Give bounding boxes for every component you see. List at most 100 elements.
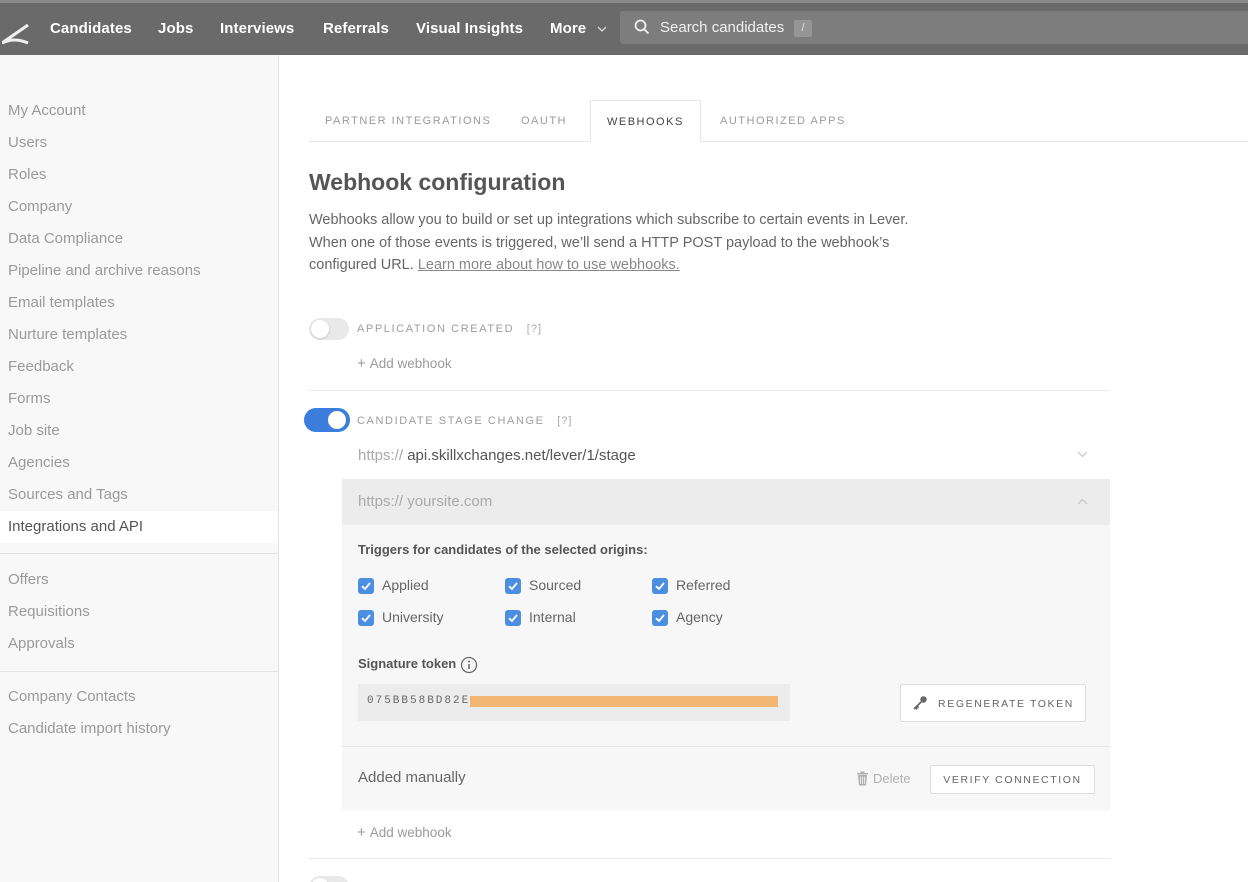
nav-more[interactable]: More bbox=[550, 20, 607, 37]
info-icon[interactable] bbox=[460, 656, 478, 674]
add-webhook-label: Add webhook bbox=[369, 356, 452, 371]
plus-icon: + bbox=[357, 824, 366, 841]
section-divider bbox=[309, 390, 1110, 391]
checkmark-icon bbox=[361, 582, 371, 591]
delete-webhook-button[interactable]: Delete bbox=[856, 771, 911, 786]
sidebar-item-forms[interactable]: Forms bbox=[8, 390, 51, 407]
sidebar-item-nurture-templates[interactable]: Nurture templates bbox=[8, 326, 127, 343]
verify-connection-button[interactable]: VERIFY CONNECTION bbox=[930, 765, 1095, 794]
sidebar-item-offers[interactable]: Offers bbox=[8, 571, 49, 588]
checkmark-icon bbox=[655, 614, 665, 623]
regenerate-token-button[interactable]: REGENERATE TOKEN bbox=[900, 684, 1086, 722]
sidebar-item-agencies[interactable]: Agencies bbox=[8, 454, 70, 471]
sidebar-item-requisitions[interactable]: Requisitions bbox=[8, 603, 90, 620]
add-webhook-candidate-stage-change[interactable]: + Add webhook bbox=[357, 824, 452, 841]
checkbox-agency[interactable] bbox=[652, 610, 668, 626]
sidebar-item-data-compliance[interactable]: Data Compliance bbox=[8, 230, 123, 247]
top-navigation: Candidates Jobs Interviews Referrals Vis… bbox=[0, 0, 1248, 55]
next-event-toggle[interactable] bbox=[309, 876, 349, 882]
candidate-stage-change-label: CANDIDATE STAGE CHANGE [?] bbox=[357, 415, 572, 427]
url-protocol: https:// bbox=[358, 447, 404, 464]
webhook-url-row[interactable]: https:// api.skillxchanges.net/lever/1/s… bbox=[342, 433, 1110, 479]
nav-candidates[interactable]: Candidates bbox=[50, 20, 132, 37]
checkbox-label: Applied bbox=[382, 577, 429, 593]
application-created-help[interactable]: [?] bbox=[527, 323, 542, 335]
search-bar[interactable]: Search candidates / bbox=[620, 11, 1248, 44]
webhook-url: https:// api.skillxchanges.net/lever/1/s… bbox=[358, 447, 636, 464]
sidebar-item-job-site[interactable]: Job site bbox=[8, 422, 60, 439]
key-icon bbox=[913, 696, 927, 710]
candidate-stage-change-help[interactable]: [?] bbox=[557, 415, 572, 427]
sidebar-item-company[interactable]: Company bbox=[8, 198, 72, 215]
checkbox-sourced[interactable] bbox=[505, 578, 521, 594]
sidebar-item-users[interactable]: Users bbox=[8, 134, 47, 151]
toggle-knob bbox=[311, 320, 329, 338]
event-name: APPLICATION CREATED bbox=[357, 323, 515, 335]
sidebar-item-my-account[interactable]: My Account bbox=[8, 102, 86, 119]
nav-jobs[interactable]: Jobs bbox=[158, 20, 193, 37]
webhook-expanded-panel: https:// yoursite.com bbox=[342, 479, 1110, 810]
sidebar-item-pipeline[interactable]: Pipeline and archive reasons bbox=[8, 262, 201, 279]
nav-referrals[interactable]: Referrals bbox=[323, 20, 389, 37]
checkbox-internal[interactable] bbox=[505, 610, 521, 626]
signature-token-field[interactable]: 075BB58BD82E bbox=[358, 684, 790, 721]
search-shortcut-key: / bbox=[794, 20, 812, 37]
settings-sidebar: My Account Users Roles Company Data Comp… bbox=[0, 55, 279, 882]
sidebar-item-feedback[interactable]: Feedback bbox=[8, 358, 74, 375]
application-created-toggle[interactable] bbox=[309, 318, 349, 340]
triggers-title: Triggers for candidates of the selected … bbox=[358, 542, 648, 557]
nav-interviews[interactable]: Interviews bbox=[220, 20, 294, 37]
tab-oauth[interactable]: OAUTH bbox=[521, 100, 567, 142]
webhook-url-input[interactable]: https:// yoursite.com bbox=[358, 493, 492, 510]
chevron-down-icon[interactable] bbox=[1077, 451, 1088, 458]
nav-visual-insights[interactable]: Visual Insights bbox=[416, 20, 523, 37]
checkbox-label: Agency bbox=[676, 609, 723, 625]
checkmark-icon bbox=[655, 582, 665, 591]
trash-icon bbox=[857, 771, 868, 786]
checkmark-icon bbox=[508, 614, 518, 623]
section-divider bbox=[309, 858, 1110, 859]
tab-partner-integrations[interactable]: PARTNER INTEGRATIONS bbox=[325, 100, 491, 142]
lever-logo-icon[interactable] bbox=[2, 23, 30, 45]
checkmark-icon bbox=[361, 614, 371, 623]
webhook-url-input-row[interactable]: https:// yoursite.com bbox=[342, 479, 1110, 525]
regenerate-token-label: REGENERATE TOKEN bbox=[938, 698, 1074, 710]
sidebar-item-sources-tags[interactable]: Sources and Tags bbox=[8, 486, 128, 503]
checkbox-label: Referred bbox=[676, 577, 731, 593]
panel-divider bbox=[342, 746, 1110, 747]
sidebar-item-candidate-import-history[interactable]: Candidate import history bbox=[8, 720, 171, 737]
toggle-knob bbox=[311, 878, 329, 882]
learn-more-link[interactable]: Learn more about how to use webhooks. bbox=[418, 257, 680, 273]
sidebar-item-company-contacts[interactable]: Company Contacts bbox=[8, 688, 136, 705]
sidebar-item-integrations-api[interactable]: Integrations and API bbox=[0, 511, 278, 543]
search-placeholder: Search candidates bbox=[660, 19, 785, 36]
checkbox-label: University bbox=[382, 609, 444, 625]
sidebar-item-email-templates[interactable]: Email templates bbox=[8, 294, 115, 311]
sidebar-item-roles[interactable]: Roles bbox=[8, 166, 46, 183]
tab-authorized-apps[interactable]: AUTHORIZED APPS bbox=[720, 100, 846, 142]
url-host: api.skillxchanges.net/lever/1/stage bbox=[407, 447, 636, 464]
tab-webhooks[interactable]: WEBHOOKS bbox=[590, 100, 701, 142]
checkmark-icon bbox=[508, 582, 518, 591]
page-description: Webhooks allow you to build or set up in… bbox=[309, 209, 909, 277]
chevron-up-icon[interactable] bbox=[1077, 498, 1088, 505]
nav-more-label: More bbox=[550, 20, 587, 37]
search-icon bbox=[634, 19, 650, 35]
checkbox-applied[interactable] bbox=[358, 578, 374, 594]
checkbox-label: Internal bbox=[529, 609, 576, 625]
chevron-down-icon bbox=[597, 26, 606, 32]
signature-token-title: Signature token bbox=[358, 656, 457, 671]
checkbox-referred[interactable] bbox=[652, 578, 668, 594]
toggle-knob bbox=[328, 411, 346, 429]
integration-tabs: PARTNER INTEGRATIONS OAUTH WEBHOOKS AUTH… bbox=[309, 100, 1248, 142]
added-manually-label: Added manually bbox=[358, 769, 466, 786]
add-webhook-application-created[interactable]: + Add webhook bbox=[357, 355, 452, 372]
checkbox-label: Sourced bbox=[529, 577, 582, 593]
event-name: CANDIDATE STAGE CHANGE bbox=[357, 415, 545, 427]
plus-icon: + bbox=[357, 355, 366, 372]
sidebar-item-approvals[interactable]: Approvals bbox=[8, 635, 75, 652]
delete-label: Delete bbox=[873, 771, 911, 786]
checkbox-university[interactable] bbox=[358, 610, 374, 626]
add-webhook-label: Add webhook bbox=[369, 825, 452, 840]
candidate-stage-change-toggle[interactable] bbox=[304, 408, 350, 432]
